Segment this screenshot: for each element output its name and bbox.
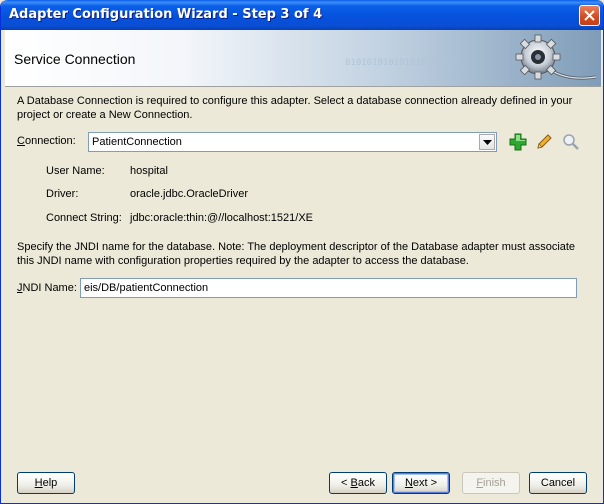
driver-value: oracle.jdbc.OracleDriver — [130, 188, 248, 200]
connection-dropdown-value: PatientConnection — [92, 136, 182, 148]
jndi-name-field[interactable] — [80, 278, 577, 298]
connection-dropdown[interactable]: PatientConnection — [88, 132, 497, 152]
next-button[interactable]: Next > — [392, 472, 450, 494]
help-label: elp — [42, 477, 58, 489]
binary-decoration: 010101010101010101010 — [345, 58, 459, 68]
jndi-label-text: NDI Name: — [22, 282, 77, 294]
connection-label: Connection: — [17, 135, 76, 147]
connection-label-text: onnection: — [24, 135, 76, 147]
wizard-content: A Database Connection is required to con… — [5, 88, 601, 460]
connect-string-label: Connect String: — [46, 212, 122, 224]
page-title: Service Connection — [14, 51, 136, 67]
finish-button[interactable]: Finish — [462, 472, 520, 494]
jndi-name-input[interactable] — [81, 279, 576, 297]
window-title: Adapter Configuration Wizard - Step 3 of… — [9, 7, 323, 22]
wizard-window: Adapter Configuration Wizard - Step 3 of… — [0, 0, 604, 504]
back-prefix: < — [341, 477, 351, 489]
connect-string-value: jdbc:oracle:thin:@//localhost:1521/XE — [130, 212, 313, 224]
back-button[interactable]: < Back — [329, 472, 387, 494]
wizard-header: Service Connection 010101010101010101010 — [5, 30, 601, 87]
help-mnemonic: H — [34, 477, 43, 489]
close-icon — [584, 10, 595, 21]
back-mnemonic: B — [350, 477, 358, 489]
description-text: A Database Connection is required to con… — [17, 95, 573, 121]
next-mnemonic: N — [404, 477, 413, 489]
gear-plug-icon — [515, 34, 597, 80]
plus-icon — [509, 133, 527, 151]
edit-connection-button[interactable] — [534, 132, 554, 152]
driver-label: Driver: — [46, 188, 79, 200]
button-bar: Help < Back Next > Finish Cancel — [1, 462, 603, 503]
finish-label: inish — [483, 477, 506, 489]
magnifier-icon — [563, 134, 579, 150]
username-label: User Name: — [46, 165, 105, 177]
cancel-button[interactable]: Cancel — [529, 472, 587, 494]
back-label: ack — [357, 477, 375, 489]
next-label: ext > — [412, 477, 438, 489]
username-value: hospital — [130, 165, 168, 177]
close-button[interactable] — [579, 5, 600, 26]
title-bar[interactable]: Adapter Configuration Wizard - Step 3 of… — [1, 0, 603, 30]
connection-label-mnemonic: C — [17, 135, 25, 147]
jndi-note: Specify the JNDI name for the database. … — [17, 241, 576, 267]
help-button[interactable]: Help — [17, 472, 75, 494]
add-connection-button[interactable] — [508, 132, 528, 152]
browse-connection-button[interactable] — [561, 132, 581, 152]
chevron-down-icon — [483, 140, 492, 145]
pencil-icon — [537, 134, 552, 149]
dropdown-button[interactable] — [479, 134, 495, 150]
jndi-label: JNDI Name: — [17, 282, 77, 294]
